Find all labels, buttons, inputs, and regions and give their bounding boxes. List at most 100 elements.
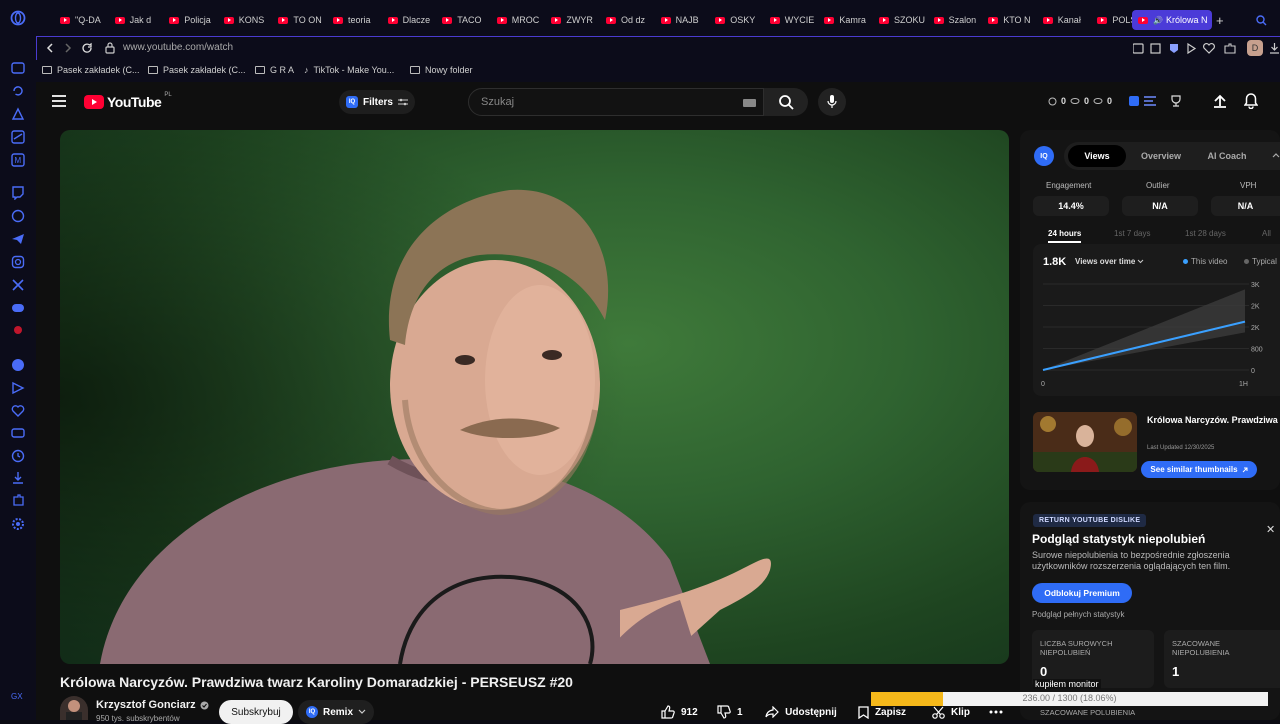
region-code: PL [164,92,172,98]
browser-tab[interactable]: Policja [169,10,219,30]
twitch-icon[interactable] [10,185,26,201]
tab-views[interactable]: Views [1068,145,1126,167]
browser-tab[interactable]: KONS [223,10,274,30]
tab-label: "Q-DA [75,15,101,25]
sidebar-icon-5[interactable]: M [10,152,26,168]
upload-icon[interactable] [1213,94,1227,108]
search-button[interactable] [764,88,808,116]
instagram-icon[interactable] [10,254,26,270]
browser-tab[interactable]: Jak d [114,10,165,30]
extension-red-icon[interactable] [10,322,26,338]
menu-icon[interactable] [52,95,66,107]
send-icon[interactable] [10,380,26,396]
bookmark-folder-2[interactable]: Pasek zakładek (C... [148,65,246,75]
browser-tab[interactable]: OSKY [715,10,765,30]
ryd-badge: RETURN YOUTUBE DISLIKE [1033,514,1147,527]
channel-avatar[interactable] [60,696,88,720]
list-icon[interactable] [1144,96,1156,106]
youtube-logo[interactable]: YouTube PL [84,92,172,110]
like-button[interactable]: 912 [653,700,705,724]
legend-this-video: This video [1183,257,1227,266]
discord-icon[interactable] [10,300,26,316]
range-24h[interactable]: 24 hours [1048,229,1082,243]
profile-avatar[interactable]: D [1247,40,1263,56]
vidiq-badge-icon[interactable] [1129,96,1139,106]
browser-tab[interactable]: SZOKU [879,10,929,30]
browser-tab[interactable]: MROC [496,10,547,30]
views-dropdown[interactable]: Views over time [1075,257,1144,266]
tab-ai-coach[interactable]: AI Coach [1196,145,1258,167]
channel-name[interactable]: Krzysztof Gonciarz [96,699,196,711]
youtube-play-icon [84,95,104,109]
forward-icon[interactable] [63,43,73,53]
svg-text:M: M [15,156,22,165]
browser-tab[interactable]: teoria [333,10,383,30]
range-all[interactable]: All [1262,229,1271,238]
browser-tab[interactable]: Dlacze [387,10,438,30]
sidebar-icon-2[interactable] [10,83,26,99]
sidebar-icon-4[interactable] [10,129,26,145]
remix-button[interactable]: IQ Remix [298,700,374,724]
browser-tab[interactable]: KTO N [988,10,1038,30]
youtube-wordmark: YouTube [107,94,162,110]
browser-tab[interactable]: TACO [442,10,492,30]
bookmark-folder-1[interactable]: Pasek zakładek (C... [42,65,140,75]
voice-search-button[interactable] [818,88,846,116]
download-icon[interactable] [1269,42,1280,54]
spotify-icon[interactable] [10,357,26,373]
heart-icon[interactable] [10,402,26,418]
back-icon[interactable] [45,43,55,53]
youtube-favicon-icon [1138,16,1148,24]
range-7d[interactable]: 1st 7 days [1114,229,1150,238]
browser-tab[interactable]: TO ON [278,10,328,30]
new-tab-button[interactable]: + [1216,10,1224,30]
tab-label: MROC [511,15,540,25]
tab-search-icon[interactable] [1256,10,1267,30]
wallet-icon[interactable] [10,425,26,441]
gx-icon[interactable]: GX [10,688,26,704]
bookmark-folder-4[interactable]: Nowy folder [410,65,473,75]
notifications-bell-icon[interactable] [1244,93,1258,109]
share-button[interactable]: Udostępnij [760,700,842,724]
dislike-button[interactable]: 1 [709,700,753,724]
downloads-icon[interactable] [10,470,26,486]
subscribe-button[interactable]: Subskrybuj [219,700,293,724]
preview-full-stats-link[interactable]: Podgląd pełnych statystyk [1032,610,1125,619]
browser-tab[interactable]: Kanał [1042,10,1093,30]
keyboard-icon[interactable] [743,99,756,107]
x-twitter-icon[interactable] [10,277,26,293]
range-28d[interactable]: 1st 28 days [1185,229,1226,238]
opera-logo-icon[interactable] [10,10,26,26]
browser-tab[interactable]: NAJB [660,10,711,30]
active-browser-tab[interactable]: 🔊 Królowa N [1132,10,1212,30]
video-player[interactable] [60,130,1009,664]
browser-tab[interactable]: ZWYR [551,10,601,30]
telegram-icon[interactable] [10,231,26,247]
browser-tab[interactable]: "Q-DA [60,10,110,30]
chevron-up-icon[interactable] [1272,152,1280,158]
bookmark-tiktok[interactable]: ♪ TikTok - Make You... [304,65,394,75]
trophy-icon[interactable] [1170,95,1182,107]
sidebar-icon-1[interactable] [10,60,26,76]
channel-name-row[interactable]: Krzysztof Gonciarz [96,699,209,711]
sidebar-icon-3[interactable] [10,106,26,122]
tab-overview[interactable]: Overview [1134,145,1188,167]
browser-tab[interactable]: Szalon [933,10,984,30]
vidiq-header-stats[interactable]: 0 0 0 [1048,96,1112,106]
close-icon[interactable]: ✕ [1266,523,1275,536]
browser-tab[interactable]: Kamra [824,10,874,30]
search-input[interactable]: Szukaj [468,88,764,116]
reload-icon[interactable] [81,42,93,54]
bookmark-folder-3[interactable]: G R A [255,65,294,75]
unlock-premium-button[interactable]: Odblokuj Premium [1032,583,1132,603]
history-icon[interactable] [10,448,26,464]
extensions-icon[interactable] [10,493,26,509]
browser-tab[interactable]: WYCIE [769,10,820,30]
see-similar-thumbnails-button[interactable]: See similar thumbnails [1141,461,1257,478]
similar-thumbnail[interactable] [1033,412,1137,472]
url-text[interactable]: www.youtube.com/watch [123,42,233,53]
vidiq-filters-button[interactable]: IQ Filters [339,90,415,114]
settings-gear-icon[interactable] [10,516,26,532]
messenger-icon[interactable] [10,208,26,224]
browser-tab[interactable]: Od dz [606,10,656,30]
